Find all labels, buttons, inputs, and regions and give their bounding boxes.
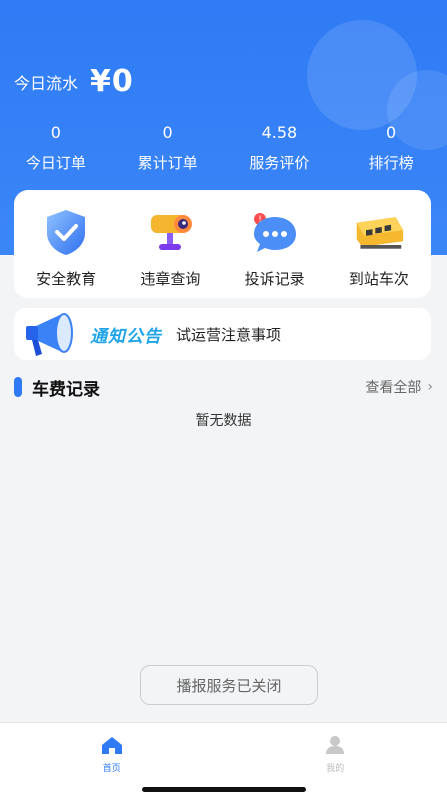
home-icon [101, 737, 122, 754]
section-accent-bar [14, 377, 22, 397]
quick-action-label: 投诉记录 [244, 270, 305, 288]
tab-home[interactable]: 首页 [0, 723, 224, 796]
stat-today-orders[interactable]: 0 今日订单 [0, 120, 112, 173]
user-icon [326, 736, 345, 754]
shield-check-icon [40, 206, 92, 258]
view-all-link[interactable]: 查看全部 › [365, 377, 433, 397]
empty-state-text: 暂无数据 [195, 413, 252, 429]
chevron-right-icon: › [427, 379, 433, 395]
stats-row: 0 今日订单 0 累计订单 4.58 服务评价 0 排行榜 [0, 120, 447, 173]
view-all-label: 查看全部 [365, 380, 422, 396]
tab-mine-label: 我的 [326, 764, 345, 774]
notice-tag: 通知公告 [90, 326, 162, 347]
stat-label: 服务评价 [249, 154, 310, 172]
income-value: ¥0 [90, 64, 134, 99]
quick-action-safety-education[interactable]: 安全教育 [14, 206, 118, 298]
income-label: 今日流水 [14, 73, 79, 93]
broadcast-toggle-button[interactable]: 播报服务已关闭 [140, 665, 318, 705]
notice-text: 试运营注意事项 [176, 325, 282, 344]
quick-action-violation-query[interactable]: 违章查询 [118, 206, 222, 298]
home-indicator [142, 787, 306, 792]
quick-action-label: 安全教育 [36, 270, 97, 288]
bottom-tab-bar: 首页 我的 [0, 722, 447, 796]
stat-total-orders[interactable]: 0 累计订单 [112, 120, 224, 173]
stat-label: 累计订单 [137, 154, 198, 172]
train-icon [353, 206, 405, 258]
stat-value: 0 [162, 123, 173, 142]
quick-action-label: 到站车次 [348, 270, 409, 288]
section-title: 车费记录 [32, 379, 100, 400]
today-income: 今日流水 ¥0 [14, 64, 134, 99]
stat-label: 排行榜 [368, 154, 414, 172]
quick-action-complaint-records[interactable]: ! 投诉记录 [223, 206, 327, 298]
stat-label: 今日订单 [25, 154, 86, 172]
stat-value: 4.58 [261, 123, 298, 142]
stat-value: 0 [386, 123, 397, 142]
megaphone-icon [14, 308, 84, 360]
stat-leaderboard[interactable]: 0 排行榜 [335, 120, 447, 173]
stat-value: 0 [50, 123, 61, 142]
notice-banner[interactable]: 通知公告 试运营注意事项 [14, 308, 431, 360]
tab-home-label: 首页 [102, 764, 121, 774]
quick-action-arrival-trains[interactable]: 到站车次 [327, 206, 431, 298]
fare-records-header: 车费记录 查看全部 › [14, 372, 433, 402]
stat-service-rating[interactable]: 4.58 服务评价 [224, 120, 336, 173]
quick-actions-card: 安全教育 违章查询 ! 投诉记录 到站车次 [14, 190, 431, 298]
camera-icon [144, 206, 196, 258]
quick-action-label: 违章查询 [140, 270, 201, 288]
chat-bubble-icon: ! [249, 206, 301, 258]
tab-mine[interactable]: 我的 [224, 723, 447, 796]
